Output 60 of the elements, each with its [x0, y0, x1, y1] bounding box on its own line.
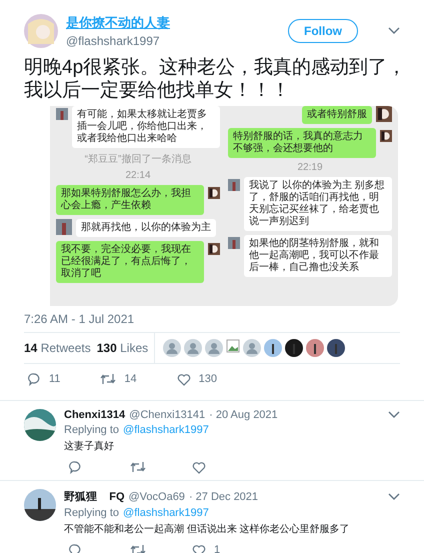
avatar	[208, 241, 220, 257]
reply-text: 这妻子真好	[64, 440, 115, 453]
retweet-count: 14	[124, 373, 137, 385]
chevron-down-icon[interactable]	[388, 27, 400, 35]
retweet-icon[interactable]	[130, 460, 146, 474]
chat-bubble: 我说了 以你的体验为主 别多想了，舒服的话咱们再找他，明天别忘记买丝袜了，给老贾也说一声别迟到	[244, 177, 392, 231]
reply-date: · 27 Dec 2021	[188, 490, 258, 502]
chat-bubble: 如果他的阴茎特别舒服，就和他一起高潮吧，我可以不作最后一棒，自己撸也没关系	[244, 235, 392, 277]
recall-notice: “郑豆豆”撤回了一条消息	[84, 152, 192, 166]
heart-icon[interactable]	[192, 544, 206, 553]
reply-date: · 20 Aug 2021	[209, 409, 278, 421]
reply-icon[interactable]	[68, 543, 82, 553]
heart-icon[interactable]	[176, 372, 191, 386]
chat-bubble: 有可能，如果太移就让老贾多插一会儿吧，你给他口出来，或者我给他口出来哈哈	[72, 106, 220, 148]
chat-bubble: 特别舒服的话，我真的意志力不够强，会还想要他的	[228, 128, 376, 158]
reply-text: 不管能不能和老公一起高潮 但话说出来 这样你老公心里舒服多了	[64, 522, 351, 536]
chat-bubble: 那如果特别舒服怎么办，我担心会上瘾，产生依赖	[56, 185, 204, 215]
avatar	[380, 128, 392, 144]
reply-author-name[interactable]: Chenxi1314	[64, 409, 126, 421]
avatar	[208, 185, 220, 201]
avatar-icon[interactable]	[205, 339, 224, 357]
avatar[interactable]	[306, 339, 324, 357]
avatar	[24, 489, 56, 521]
reply-author-name[interactable]: 野狐狸 FQ	[64, 489, 124, 504]
avatar-icon[interactable]	[184, 339, 202, 357]
reply-count: 11	[49, 373, 60, 385]
tweet-text: 明晚4p很紧张。这种老公，我真的感动到了，	[24, 56, 400, 79]
reply-icon[interactable]	[27, 372, 41, 386]
chat-bubble: 我不要，完全没必要，我现在已经很满足了，有点后悔了，取消了吧	[56, 241, 204, 283]
chat-bubble: 或者特别舒服	[302, 106, 372, 124]
chat-time: 22:14	[124, 170, 152, 181]
avatar[interactable]	[285, 339, 304, 357]
avatar	[228, 235, 240, 251]
reply-handle: @VocOa69	[128, 490, 185, 502]
replying-label: Replying to	[64, 507, 120, 519]
avatar	[24, 14, 58, 48]
like-count: 1	[214, 544, 220, 553]
retweet-count[interactable]: 14 Retweets	[24, 341, 97, 355]
chevron-down-icon[interactable]	[388, 492, 400, 500]
reply-handle: @Chenxi13141	[129, 409, 206, 421]
tweet-timestamp: 7:26 AM - 1 Jul 2021	[23, 311, 136, 328]
chat-time: 22:19	[296, 162, 324, 173]
reply-icon[interactable]	[68, 460, 82, 474]
retweet-icon[interactable]	[130, 543, 146, 553]
avatar	[56, 219, 72, 235]
author-handle: @flashshark1997	[66, 34, 161, 48]
chat-bubble: 那就再找他，以你的体验为主	[76, 219, 216, 237]
avatar	[228, 177, 240, 193]
chevron-down-icon[interactable]	[388, 411, 400, 419]
avatar	[56, 106, 68, 122]
like-count: 130	[198, 373, 218, 385]
avatar[interactable]	[327, 339, 346, 357]
heart-icon[interactable]	[192, 460, 206, 474]
tweet-text: 我以后一定要给他找单女！！！	[24, 79, 291, 102]
like-count[interactable]: 130 Likes	[96, 341, 154, 355]
avatar[interactable]	[264, 339, 282, 357]
retweet-icon[interactable]	[100, 372, 116, 386]
avatar	[24, 409, 56, 441]
avatar-icon[interactable]	[163, 339, 182, 357]
replying-label: Replying to	[64, 424, 120, 436]
